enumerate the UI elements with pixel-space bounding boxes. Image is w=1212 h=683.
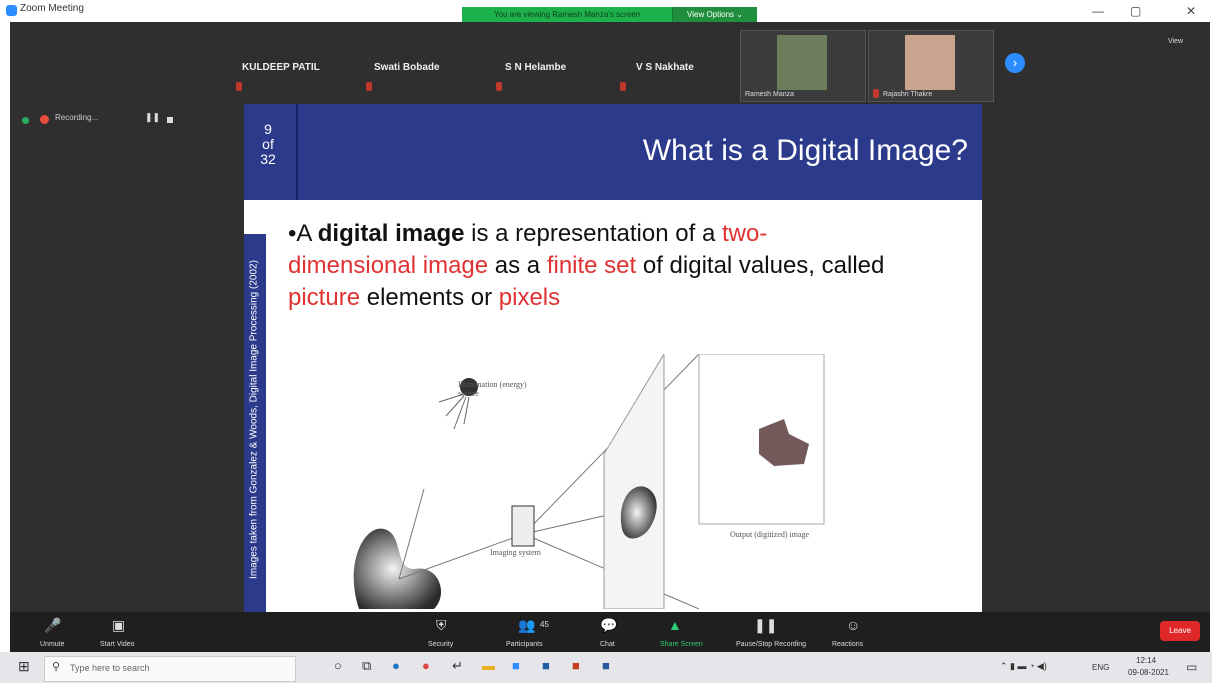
cortana-icon[interactable]: ○ — [334, 658, 342, 673]
edge-icon[interactable]: ● — [392, 658, 400, 673]
microphone-icon[interactable]: 🎤 — [44, 617, 61, 634]
share-screen-icon[interactable]: ▲ — [668, 617, 682, 633]
reactions-icon[interactable]: ☺ — [846, 617, 860, 633]
slide-counter: 9 of 32 — [244, 104, 298, 200]
slide-title: What is a Digital Image? — [642, 134, 968, 167]
side-credit-text: Images taken from Gonzalez & Woods, Digi… — [248, 260, 260, 579]
windows-start-icon[interactable]: ⊞ — [18, 658, 30, 675]
video-tile-label: Rajashri Thakre — [883, 91, 933, 98]
highlight-text: pixels — [498, 284, 561, 311]
participant-name: V S Nakhate — [636, 62, 694, 73]
recording-label: Recording... — [55, 113, 99, 122]
chat-button[interactable]: Chat — [600, 641, 615, 648]
body-text: as a — [488, 252, 547, 279]
notification-icon[interactable]: ▭ — [1186, 660, 1197, 674]
file-explorer-icon[interactable]: ▬ — [482, 658, 495, 673]
output-caption: Output (digitized) image — [730, 530, 810, 539]
video-camera-icon[interactable]: ▣ — [112, 617, 125, 634]
participants-icon[interactable]: 👥 — [518, 617, 535, 634]
highlight-text: picture — [288, 284, 361, 311]
language-indicator[interactable]: ENG — [1092, 663, 1109, 672]
app-icon[interactable]: ■ — [542, 658, 550, 673]
imaging-caption: Imaging system — [490, 548, 541, 557]
unmute-button[interactable]: Unmute — [40, 641, 65, 648]
clock-time[interactable]: 12:14 — [1136, 656, 1156, 665]
sharing-banner: You are viewing Ramesh Manza's screen — [462, 7, 672, 23]
body-text: is a representation of a — [464, 220, 722, 247]
muted-mic-icon — [366, 82, 372, 91]
video-tile-label: Ramesh Manza — [745, 91, 795, 98]
muted-mic-icon — [496, 82, 502, 91]
task-view-icon[interactable]: ⧉ — [362, 658, 371, 674]
chat-icon[interactable]: 💬 — [600, 617, 617, 634]
zoom-logo-icon — [6, 5, 17, 16]
app-icon[interactable]: ↵ — [452, 658, 463, 674]
video-tile[interactable]: Rajashri Thakre — [868, 30, 994, 102]
security-button[interactable]: Security — [428, 641, 453, 648]
body-text: of digital values, called — [636, 252, 885, 279]
powerpoint-icon[interactable]: ■ — [572, 658, 580, 673]
shared-slide: 9 of 32 What is a Digital Image? Images … — [244, 104, 982, 612]
muted-mic-icon — [873, 89, 879, 98]
participants-button[interactable]: Participants — [506, 641, 543, 648]
pause-recording-button[interactable]: Pause/Stop Recording — [736, 641, 806, 648]
participant-name: Swati Bobade — [374, 62, 440, 73]
slide-body-text: •A digital image is a representation of … — [288, 218, 888, 314]
close-icon[interactable]: ✕ — [1186, 4, 1196, 18]
search-placeholder[interactable]: Type here to search — [70, 663, 150, 673]
view-options-button[interactable]: View Options ⌄ — [672, 7, 757, 23]
bullet: •A — [288, 220, 318, 247]
reactions-button[interactable]: Reactions — [832, 641, 863, 648]
clock-date[interactable]: 09-08-2021 — [1128, 668, 1169, 677]
word-icon[interactable]: ■ — [602, 658, 610, 673]
recording-icon — [40, 115, 49, 124]
illumination-caption: Illumination (energy) source — [458, 380, 527, 398]
participant-video-image — [905, 35, 955, 90]
slide-total: 32 — [260, 151, 276, 167]
participant-video-image — [777, 35, 827, 90]
shield-icon[interactable]: ⛨ — [436, 617, 447, 634]
video-tile[interactable]: Ramesh Manza — [740, 30, 866, 102]
participant-name: S N Helambe — [505, 62, 567, 73]
minimize-icon[interactable]: — — [1092, 4, 1104, 18]
search-icon: ⚲ — [52, 661, 61, 673]
stop-recording-icon[interactable] — [167, 117, 173, 123]
pause-recording-icon[interactable]: ❚❚ — [145, 112, 160, 123]
participants-count: 45 — [540, 620, 549, 629]
window-title: Zoom Meeting — [20, 3, 84, 14]
bold-term: digital image — [317, 220, 465, 247]
next-page-arrow-icon[interactable]: › — [1005, 53, 1025, 73]
system-tray-icons[interactable]: ⌃ ▮ ▬ ◔ ◀) — [1000, 661, 1047, 672]
view-button[interactable]: View — [1168, 38, 1183, 45]
image-plane — [603, 354, 665, 609]
muted-mic-icon — [236, 82, 242, 91]
highlight-text: finite set — [546, 252, 637, 279]
zoom-taskbar-icon[interactable]: ■ — [512, 658, 520, 673]
digital-image-figure — [353, 354, 825, 609]
maximize-icon[interactable]: ▢ — [1130, 4, 1141, 18]
participant-name: KULDEEP PATIL — [242, 62, 320, 73]
imaging-system-icon — [511, 505, 535, 547]
status-dot-icon — [22, 117, 29, 124]
body-text: elements or — [360, 284, 499, 311]
side-credit-strip: Images taken from Gonzalez & Woods, Digi… — [244, 234, 266, 612]
pause-recording-toolbar-icon[interactable]: ❚❚ — [754, 617, 777, 634]
leave-button[interactable]: Leave — [1160, 621, 1200, 641]
slide-of: of — [262, 136, 274, 152]
chrome-icon[interactable]: ● — [422, 658, 430, 673]
muted-mic-icon — [620, 82, 626, 91]
light-rays — [438, 393, 470, 430]
slide-number: 9 — [264, 121, 272, 137]
start-video-button[interactable]: Start Video — [100, 641, 135, 648]
share-screen-button[interactable]: Share Screen — [660, 641, 703, 648]
